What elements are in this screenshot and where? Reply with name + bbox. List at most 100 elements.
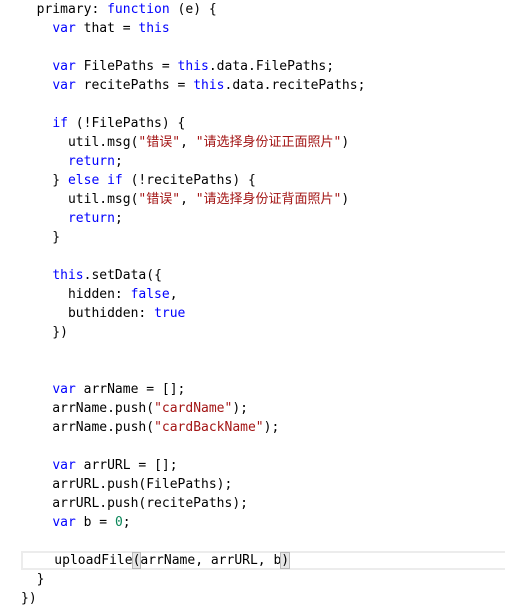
code-text: FilePaths = — [75, 59, 178, 74]
code-line[interactable]: arrName.push("cardBackName"); — [21, 418, 505, 437]
string-token: "cardName" — [154, 401, 233, 416]
code-text: uploadFile — [23, 553, 133, 568]
code-line[interactable]: arrName.push("cardName"); — [21, 399, 505, 418]
keyword-token: this — [52, 268, 84, 283]
code-text: ); — [232, 401, 248, 416]
code-line[interactable]: arrURL.push(FilePaths); — [21, 475, 505, 494]
keyword-token: return — [67, 211, 115, 226]
code-text: b = — [75, 515, 115, 530]
code-text: util.msg( — [21, 192, 139, 207]
keyword-token: this — [138, 21, 170, 36]
keyword-token: var — [52, 382, 76, 397]
code-line-current[interactable]: uploadFile(arrName, arrURL, b) — [21, 551, 505, 570]
code-line[interactable]: this.setData({ — [21, 266, 505, 285]
code-line[interactable] — [21, 247, 505, 266]
keyword-token: if — [52, 116, 68, 131]
code-line[interactable]: var arrURL = []; — [21, 456, 505, 475]
code-text: } — [21, 230, 61, 245]
code-line[interactable]: return; — [21, 209, 505, 228]
code-line[interactable] — [21, 437, 505, 456]
code-text: } — [21, 572, 45, 587]
code-text: hidden: — [21, 287, 131, 302]
code-text: } — [21, 173, 68, 188]
code-line[interactable]: primary: function (e) { — [21, 0, 505, 19]
code-text: ; — [114, 154, 123, 169]
code-text: ); — [263, 420, 280, 435]
code-line[interactable]: } else if (!recitePaths) { — [21, 171, 505, 190]
code-editor[interactable]: primary: function (e) { var that = this … — [0, 0, 505, 611]
code-line[interactable]: var b = 0; — [21, 513, 505, 532]
code-line[interactable] — [21, 532, 505, 551]
code-text: arrName.push( — [21, 420, 155, 435]
code-line[interactable] — [21, 342, 505, 361]
code-text: (!recitePaths) { — [122, 173, 256, 188]
code-text: ) — [341, 192, 350, 207]
keyword-token: function — [107, 2, 170, 17]
code-line[interactable]: buthidden: true — [21, 304, 505, 323]
code-text: recitePaths = — [75, 78, 194, 93]
keyword-token: var — [52, 59, 76, 74]
code-line[interactable]: arrURL.push(recitePaths); — [21, 494, 505, 513]
keyword-token: this — [193, 78, 225, 93]
code-line[interactable]: var that = this — [21, 19, 505, 38]
code-text: }) — [21, 325, 68, 340]
string-token: "请选择身份证背面照片" — [195, 192, 342, 207]
code-text: ) — [341, 135, 350, 150]
code-text: primary: — [21, 2, 108, 17]
code-line[interactable]: var recitePaths = this.data.recitePaths; — [21, 76, 505, 95]
keyword-token: var — [52, 515, 76, 530]
code-text: buthidden: — [21, 306, 155, 321]
code-text: .data.recitePaths; — [224, 78, 366, 93]
code-line[interactable]: hidden: false, — [21, 285, 505, 304]
code-line[interactable]: } — [21, 570, 505, 589]
code-text: that = — [75, 21, 139, 36]
code-line[interactable] — [21, 361, 505, 380]
string-token: "错误" — [138, 135, 181, 150]
code-text: arrName.push( — [21, 401, 155, 416]
code-line[interactable]: util.msg("错误", "请选择身份证正面照片") — [21, 133, 505, 152]
code-text: arrName, arrURL, b — [140, 553, 282, 568]
keyword-token: false — [130, 287, 170, 302]
code-text: , — [180, 135, 196, 150]
keyword-token: var — [52, 78, 76, 93]
code-line[interactable]: } — [21, 228, 505, 247]
keyword-token: else — [67, 173, 100, 188]
code-line[interactable]: }) — [21, 323, 505, 342]
code-text: arrURL.push(recitePaths); — [21, 496, 248, 511]
code-text: .data.FilePaths; — [208, 59, 335, 74]
code-text: (e) { — [169, 2, 217, 17]
code-line[interactable]: }) — [21, 589, 505, 608]
string-token: "请选择身份证正面照片" — [195, 135, 342, 150]
keyword-token: return — [67, 154, 115, 169]
keyword-token: var — [52, 21, 76, 36]
code-text: (!FilePaths) { — [67, 116, 186, 131]
keyword-token: var — [52, 458, 76, 473]
code-line[interactable]: util.msg("错误", "请选择身份证背面照片") — [21, 190, 505, 209]
string-token: "错误" — [138, 192, 181, 207]
number-token: 0 — [114, 515, 123, 530]
code-text: }) — [21, 591, 37, 606]
code-line[interactable] — [21, 95, 505, 114]
string-token: "cardBackName" — [154, 420, 264, 435]
code-line[interactable] — [21, 38, 505, 57]
code-line[interactable]: var arrName = []; — [21, 380, 505, 399]
code-text: , — [169, 287, 178, 302]
code-text: arrName = []; — [75, 382, 186, 397]
code-line[interactable]: return; — [21, 152, 505, 171]
keyword-token: this — [177, 59, 209, 74]
code-line[interactable]: var FilePaths = this.data.FilePaths; — [21, 57, 505, 76]
matched-bracket: ) — [280, 552, 291, 569]
code-text: , — [180, 192, 196, 207]
code-text: ; — [114, 211, 123, 226]
code-line[interactable]: if (!FilePaths) { — [21, 114, 505, 133]
